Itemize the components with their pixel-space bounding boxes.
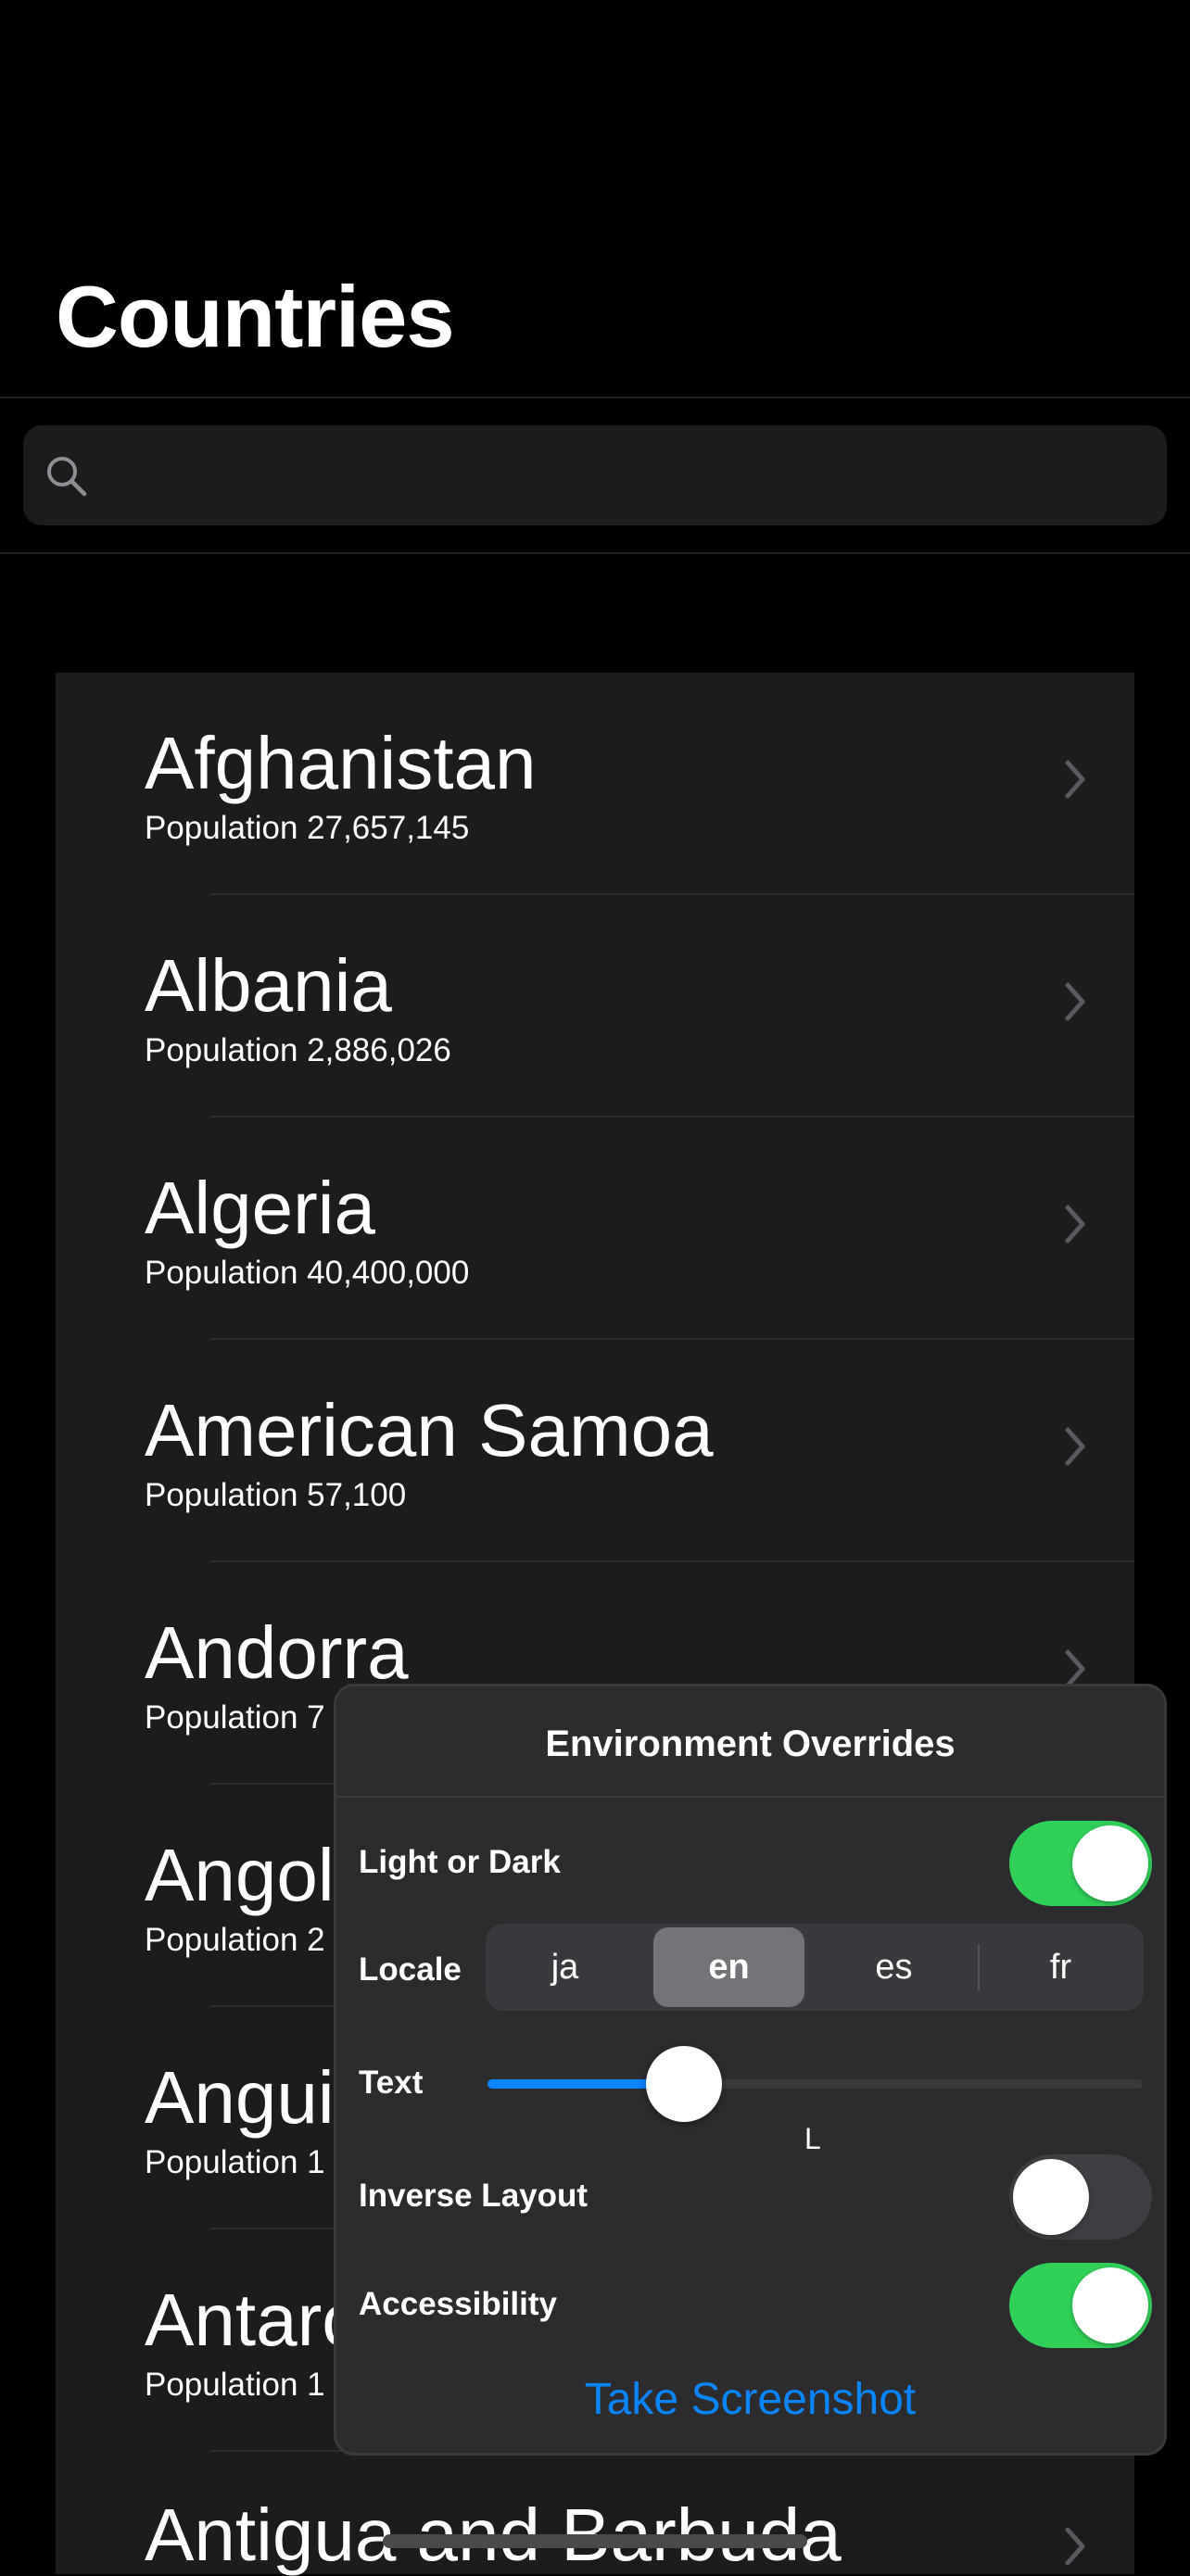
- country-row[interactable]: Algeria Population 40,400,000: [56, 1118, 1134, 1340]
- text-size-label: Text: [359, 2065, 424, 2101]
- chevron-right-icon: [1065, 1205, 1085, 1244]
- light-or-dark-label: Light or Dark: [359, 1844, 561, 1880]
- country-name: Antarc: [145, 2279, 360, 2361]
- magnifying-glass-icon: [47, 457, 87, 497]
- country-row[interactable]: Antigua and Barbuda: [56, 2452, 1134, 2574]
- accessibility-toggle[interactable]: [1009, 2263, 1152, 2348]
- country-name: Angui: [145, 2056, 335, 2139]
- country-name: Angol: [145, 1834, 335, 1916]
- take-screenshot-button[interactable]: Take Screenshot: [336, 2374, 1164, 2425]
- country-population: Population 2: [145, 1922, 325, 1958]
- country-population: Population 40,400,000: [145, 1255, 470, 1291]
- country-population: Population 7: [145, 1699, 325, 1736]
- page-title: Countries: [56, 268, 455, 365]
- country-name: Albania: [145, 944, 392, 1027]
- country-name: American Samoa: [145, 1389, 714, 1471]
- text-size-slider[interactable]: [487, 2079, 1143, 2089]
- chevron-right-icon: [1065, 2527, 1085, 2566]
- locale-option-ja[interactable]: ja: [489, 1927, 640, 2007]
- chevron-right-icon: [1065, 982, 1085, 1021]
- panel-title: Environment Overrides: [545, 1724, 956, 1764]
- segment-divider: [978, 1944, 980, 1990]
- home-indicator[interactable]: [383, 2534, 807, 2548]
- slider-thumb[interactable]: [646, 2046, 723, 2122]
- light-or-dark-toggle[interactable]: [1009, 1821, 1152, 1906]
- divider: [0, 552, 1190, 554]
- country-population: Population 2,886,026: [145, 1032, 451, 1068]
- country-population: Population 27,657,145: [145, 810, 470, 846]
- country-row[interactable]: American Samoa Population 57,100: [56, 1340, 1134, 1562]
- environment-overrides-panel: Environment Overrides Light or Dark Loca…: [334, 1684, 1167, 2456]
- locale-label: Locale: [359, 1951, 462, 1988]
- chevron-right-icon: [1065, 760, 1085, 799]
- country-name: Afghanistan: [145, 722, 537, 804]
- country-name: Andorra: [145, 1611, 409, 1694]
- locale-option-es[interactable]: es: [818, 1927, 969, 2007]
- divider: [336, 1796, 1164, 1798]
- divider: [0, 397, 1190, 398]
- toggle-knob: [1072, 2267, 1148, 2343]
- locale-option-fr[interactable]: fr: [985, 1927, 1136, 2007]
- chevron-right-icon: [1065, 1427, 1085, 1466]
- country-population: Population 57,100: [145, 1477, 407, 1513]
- country-population: Population 1: [145, 2367, 325, 2403]
- country-row[interactable]: Afghanistan Population 27,657,145: [56, 673, 1134, 895]
- text-size-value: L: [804, 2122, 821, 2155]
- locale-option-en[interactable]: en: [653, 1927, 804, 2007]
- country-row[interactable]: Albania Population 2,886,026: [56, 895, 1134, 1118]
- search-input[interactable]: [23, 425, 1167, 525]
- country-name: Algeria: [145, 1167, 376, 1249]
- toggle-knob: [1013, 2159, 1089, 2235]
- inverse-layout-label: Inverse Layout: [359, 2178, 589, 2214]
- country-population: Population 1: [145, 2144, 325, 2180]
- inverse-layout-toggle[interactable]: [1009, 2154, 1152, 2240]
- toggle-knob: [1072, 1825, 1148, 1901]
- accessibility-label: Accessibility: [359, 2286, 557, 2322]
- locale-segmented-control: ja en es fr: [486, 1924, 1144, 2011]
